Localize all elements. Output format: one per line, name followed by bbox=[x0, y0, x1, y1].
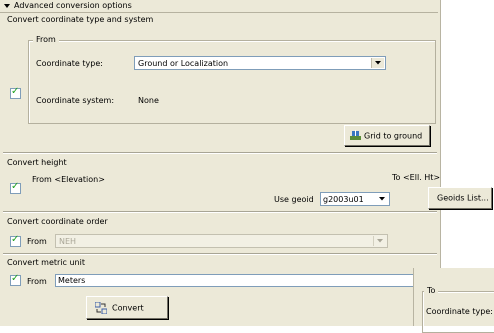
height-from-label: From <Elevation> bbox=[32, 175, 105, 184]
chevron-down-icon bbox=[379, 197, 385, 201]
geoids-list-button[interactable]: Geoids List... bbox=[428, 187, 492, 209]
convert-button[interactable]: Convert bbox=[86, 296, 168, 319]
order-from-label: From bbox=[27, 237, 47, 246]
collapse-arrow-icon[interactable] bbox=[4, 2, 10, 11]
coordinate-type-dropdown-button[interactable] bbox=[371, 58, 384, 68]
metric-title: Convert metric unit bbox=[7, 258, 85, 267]
geoid-dropdown-button[interactable] bbox=[376, 194, 388, 204]
order-checkbox[interactable]: ✓ bbox=[10, 234, 21, 247]
coordinate-type-label: Coordinate type: bbox=[36, 59, 103, 68]
chevron-down-icon bbox=[375, 61, 381, 65]
metric-from-label: From bbox=[27, 277, 47, 286]
header-title: Advanced conversion options bbox=[14, 1, 132, 10]
advanced-options-header[interactable]: Advanced conversion options bbox=[0, 0, 438, 13]
metric-from-value: Meters bbox=[58, 276, 86, 285]
order-from-value: NEH bbox=[59, 237, 77, 246]
order-separator bbox=[3, 211, 437, 212]
order-dropdown-button[interactable] bbox=[373, 236, 386, 246]
type-system-title: Convert coordinate type and system bbox=[7, 15, 154, 24]
coordinate-type-value: Ground or Localization bbox=[138, 59, 229, 68]
check-mark-icon: ✓ bbox=[11, 273, 20, 284]
grid-to-ground-button[interactable]: Grid to ground bbox=[344, 125, 430, 146]
grid-to-ground-icon bbox=[350, 130, 361, 143]
check-mark-icon: ✓ bbox=[11, 86, 20, 97]
convert-icon bbox=[94, 301, 108, 316]
chevron-down-icon bbox=[377, 239, 383, 243]
type-system-checkbox[interactable]: ✓ bbox=[10, 86, 21, 99]
metric-separator bbox=[3, 253, 437, 254]
from-group bbox=[28, 40, 436, 124]
use-geoid-label: Use geoid bbox=[274, 195, 314, 204]
geoids-list-label: Geoids List... bbox=[437, 193, 489, 203]
check-mark-icon: ✓ bbox=[11, 181, 20, 192]
coordinate-type-select[interactable]: Ground or Localization bbox=[134, 56, 386, 70]
order-title: Convert coordinate order bbox=[7, 217, 108, 226]
convert-label: Convert bbox=[112, 303, 144, 312]
metric-checkbox[interactable]: ✓ bbox=[10, 273, 21, 286]
conversion-options-panel: Advanced conversion options Convert coor… bbox=[0, 0, 441, 326]
coordinate-system-label: Coordinate system: bbox=[36, 96, 115, 105]
metric-from-field[interactable]: Meters bbox=[55, 274, 440, 287]
height-checkbox[interactable]: ✓ bbox=[10, 181, 21, 194]
to-coordinate-type-label: Coordinate type: bbox=[426, 307, 493, 316]
check-mark-icon: ✓ bbox=[11, 234, 20, 245]
height-separator bbox=[3, 152, 437, 153]
to-legend: To bbox=[424, 286, 439, 295]
geoid-value: g2003u01 bbox=[323, 195, 364, 204]
geoid-select[interactable]: g2003u01 bbox=[320, 192, 390, 206]
order-from-select[interactable]: NEH bbox=[55, 234, 388, 248]
from-legend: From bbox=[33, 35, 59, 44]
height-title: Convert height bbox=[7, 158, 67, 167]
grid-to-ground-label: Grid to ground bbox=[364, 131, 423, 140]
coordinate-system-value: None bbox=[138, 96, 159, 105]
to-group-fragment: To Coordinate type: bbox=[413, 268, 494, 333]
height-to-label: To <Ell. Ht> bbox=[392, 173, 441, 182]
